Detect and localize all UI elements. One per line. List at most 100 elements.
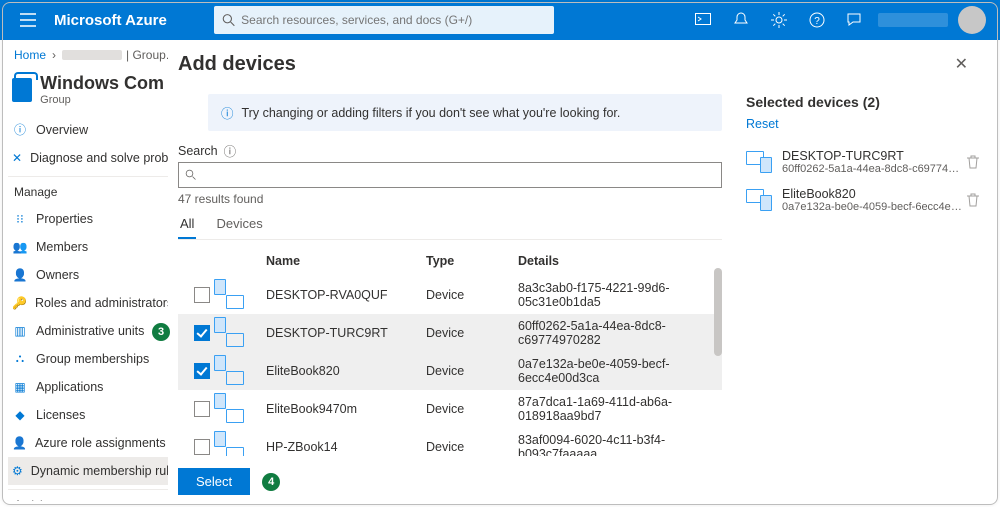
- row-name: DESKTOP-RVA0QUF: [266, 288, 426, 302]
- info-icon: ⓘ: [12, 122, 28, 138]
- nav-overview[interactable]: ⓘOverview: [8, 116, 168, 144]
- breadcrumb-home[interactable]: Home: [14, 48, 46, 62]
- nav-admin-units[interactable]: ▥Administrative units: [8, 317, 168, 345]
- step-badge-3: 3: [152, 323, 170, 341]
- table-row[interactable]: EliteBook9470mDevice87a7dca1-1a69-411d-a…: [178, 390, 722, 428]
- settings-gear-icon[interactable]: [760, 0, 798, 40]
- results-tabs: All Devices: [178, 210, 722, 240]
- selected-item: EliteBook8200a7e132a-be0e-4059-becf-6ecc…: [746, 181, 980, 219]
- group-memberships-icon: ⛬: [12, 351, 28, 367]
- azure-topbar: Microsoft Azure ?: [0, 0, 1000, 40]
- nav-azure-role[interactable]: 👤Azure role assignments: [8, 429, 168, 457]
- nav-manage-label: Manage: [8, 176, 168, 205]
- breadcrumb-redacted: [62, 50, 122, 60]
- selected-item: DESKTOP-TURC9RT60ff0262-5a1a-44ea-8dc8-c…: [746, 143, 980, 181]
- results-count: 47 results found: [178, 192, 722, 206]
- step-badge-4: 4: [262, 473, 280, 491]
- selected-name: DESKTOP-TURC9RT: [782, 149, 962, 163]
- selected-devices-panel: Selected devices (2) Reset DESKTOP-TURC9…: [732, 84, 994, 503]
- brand-label: Microsoft Azure: [54, 12, 214, 29]
- nav-properties[interactable]: ⁝⁝Properties: [8, 205, 168, 233]
- members-icon: 👥: [12, 239, 28, 255]
- row-type: Device: [426, 364, 518, 378]
- group-subtitle: Group: [40, 94, 164, 106]
- applications-icon: ▦: [12, 379, 28, 395]
- remove-icon[interactable]: [966, 155, 980, 169]
- feedback-icon[interactable]: [836, 0, 874, 40]
- notifications-icon[interactable]: [722, 0, 760, 40]
- selected-title: Selected devices (2): [746, 94, 980, 110]
- nav-group-memberships[interactable]: ⛬Group memberships: [8, 345, 168, 373]
- row-details: 83af0094-6020-4c11-b3f4-b093c7faaaaa: [518, 433, 722, 456]
- nav-applications[interactable]: ▦Applications: [8, 373, 168, 401]
- vertical-scrollbar[interactable]: [714, 268, 722, 356]
- table-row[interactable]: DESKTOP-TURC9RTDevice60ff0262-5a1a-44ea-…: [178, 314, 722, 352]
- row-checkbox[interactable]: [194, 401, 210, 417]
- selected-id: 60ff0262-5a1a-44ea-8dc8-c69774970282: [782, 163, 962, 175]
- table-row[interactable]: DESKTOP-RVA0QUFDevice8a3c3ab0-f175-4221-…: [178, 276, 722, 314]
- row-type: Device: [426, 288, 518, 302]
- nav-owners[interactable]: 👤Owners: [8, 261, 168, 289]
- nav-dynamic-rules[interactable]: ⚙Dynamic membership rules: [8, 457, 168, 485]
- topbar-icons: ?: [684, 0, 992, 40]
- blade-main: ⓘ Try changing or adding filters if you …: [168, 84, 732, 503]
- row-checkbox[interactable]: [194, 439, 210, 455]
- left-nav: Windows Com Group ⓘOverview ✕Diagnose an…: [0, 70, 168, 501]
- row-details: 8a3c3ab0-f175-4221-99d6-05c31e0b1da5: [518, 281, 722, 309]
- reset-link[interactable]: Reset: [746, 117, 779, 131]
- tenant-redacted: [878, 13, 948, 27]
- group-briefcase-icon: [12, 78, 32, 102]
- tab-all[interactable]: All: [178, 210, 196, 239]
- user-avatar[interactable]: [958, 6, 986, 34]
- search-icon: [185, 169, 197, 181]
- help-icon[interactable]: ?: [798, 0, 836, 40]
- search-label: Search ⓘ: [178, 141, 722, 160]
- row-name: EliteBook820: [266, 364, 426, 378]
- dynamic-rules-icon: ⚙: [12, 463, 23, 479]
- close-icon[interactable]: ✕: [949, 48, 974, 80]
- licenses-icon: ◆: [12, 407, 28, 423]
- wrench-icon: ✕: [12, 150, 22, 166]
- row-checkbox[interactable]: [194, 363, 210, 379]
- hamburger-menu-icon[interactable]: [8, 0, 48, 40]
- devices-grid: Name Type Details DESKTOP-RVA0QUFDevice8…: [178, 246, 722, 456]
- row-type: Device: [426, 440, 518, 454]
- selected-name: EliteBook820: [782, 187, 962, 201]
- nav-diagnose[interactable]: ✕Diagnose and solve problem: [8, 144, 168, 172]
- global-search[interactable]: [214, 6, 554, 34]
- info-icon: ⓘ: [221, 103, 234, 122]
- nav-members[interactable]: 👥Members: [8, 233, 168, 261]
- row-name: HP-ZBook14: [266, 440, 426, 454]
- row-details: 0a7e132a-be0e-4059-becf-6ecc4e00d3ca: [518, 357, 722, 385]
- cloud-shell-icon[interactable]: [684, 0, 722, 40]
- row-checkbox[interactable]: [194, 325, 210, 341]
- device-icon: [746, 151, 772, 173]
- group-title: Windows Com: [40, 74, 164, 94]
- blade-title: Add devices: [178, 53, 296, 76]
- tab-devices[interactable]: Devices: [214, 210, 264, 239]
- row-checkbox[interactable]: [194, 287, 210, 303]
- remove-icon[interactable]: [966, 193, 980, 207]
- col-type[interactable]: Type: [426, 254, 518, 268]
- select-button[interactable]: Select: [178, 468, 250, 495]
- nav-licenses[interactable]: ◆Licenses: [8, 401, 168, 429]
- col-details[interactable]: Details: [518, 254, 722, 268]
- panel-search[interactable]: [178, 162, 722, 188]
- nav-roles[interactable]: 🔑Roles and administrators: [8, 289, 168, 317]
- admin-units-icon: ▥: [12, 323, 28, 339]
- row-type: Device: [426, 326, 518, 340]
- table-row[interactable]: HP-ZBook14Device83af0094-6020-4c11-b3f4-…: [178, 428, 722, 456]
- row-details: 87a7dca1-1a69-411d-ab6a-018918aa9bd7: [518, 395, 722, 423]
- nav-activity-label: Activity: [8, 489, 168, 501]
- roles-icon: 🔑: [12, 295, 27, 311]
- info-icon[interactable]: ⓘ: [224, 141, 237, 160]
- selected-id: 0a7e132a-be0e-4059-becf-6ecc4e00d3ca: [782, 201, 962, 213]
- owners-icon: 👤: [12, 267, 28, 283]
- properties-icon: ⁝⁝: [12, 211, 28, 227]
- col-name[interactable]: Name: [266, 254, 426, 268]
- azure-role-icon: 👤: [12, 435, 27, 451]
- table-row[interactable]: EliteBook820Device0a7e132a-be0e-4059-bec…: [178, 352, 722, 390]
- device-icon: [746, 189, 772, 211]
- row-name: EliteBook9470m: [266, 402, 426, 416]
- global-search-input[interactable]: [241, 13, 546, 27]
